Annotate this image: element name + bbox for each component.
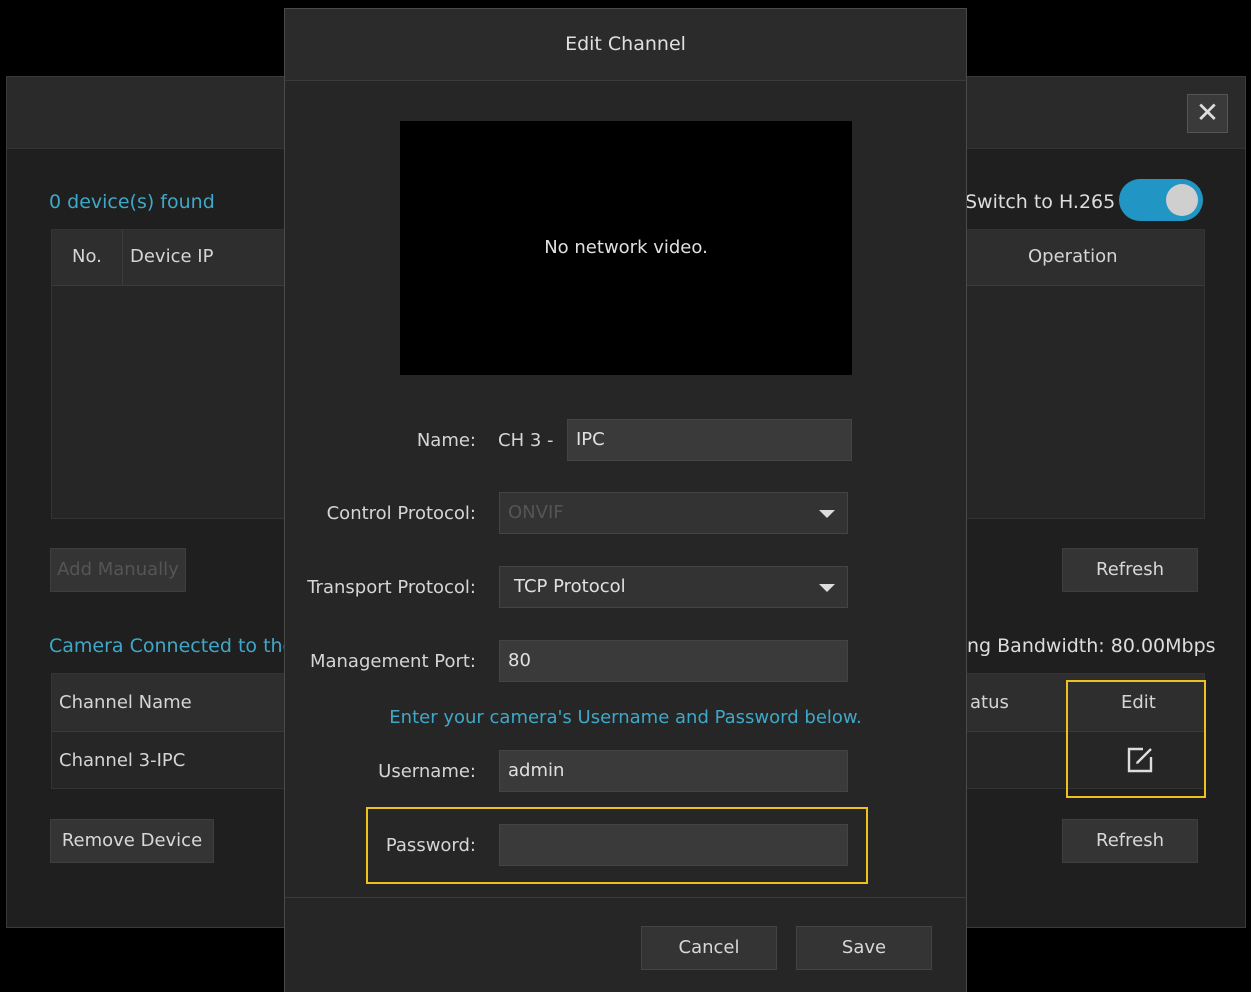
close-button[interactable]: ✕ — [1187, 94, 1228, 133]
cancel-button[interactable]: Cancel — [641, 926, 777, 970]
transport-protocol-select[interactable]: TCP Protocol — [499, 566, 848, 608]
name-input[interactable]: IPC — [567, 419, 852, 461]
toggle-knob — [1166, 184, 1198, 216]
management-port-input[interactable]: 80 — [499, 640, 848, 682]
control-protocol-label: Control Protocol: — [326, 503, 476, 524]
refresh-button-channels[interactable]: Refresh — [1062, 819, 1198, 863]
refresh-button-devices[interactable]: Refresh — [1062, 548, 1198, 592]
credentials-hint: Enter your camera's Username and Passwor… — [389, 707, 862, 728]
management-port-label: Management Port: — [309, 651, 476, 672]
col-status: atus — [970, 692, 1009, 713]
dialog-footer: Cancel Save — [285, 897, 966, 992]
username-label: Username: — [378, 761, 476, 782]
transport-protocol-label: Transport Protocol: — [307, 577, 476, 598]
save-button[interactable]: Save — [796, 926, 932, 970]
col-channel-name: Channel Name — [59, 692, 192, 713]
dialog-title: Edit Channel — [565, 33, 686, 55]
control-protocol-value: ONVIF — [508, 502, 564, 523]
chevron-down-icon — [819, 510, 835, 518]
column-divider — [122, 230, 123, 286]
password-highlight — [366, 807, 868, 884]
edit-column-highlight — [1066, 680, 1206, 798]
channel-name-cell: Channel 3-IPC — [59, 750, 186, 771]
bandwidth-label: ng Bandwidth: 80.00Mbps — [967, 635, 1216, 657]
col-operation: Operation — [1028, 246, 1118, 267]
username-input[interactable]: admin — [499, 750, 848, 792]
dialog-header: Edit Channel — [285, 9, 966, 81]
control-protocol-select[interactable]: ONVIF — [499, 492, 848, 534]
chevron-down-icon — [819, 584, 835, 592]
switch-h265-toggle[interactable] — [1119, 179, 1203, 221]
video-preview: No network video. — [400, 121, 852, 375]
name-label: Name: — [416, 430, 476, 451]
switch-h265-label: Switch to H.265 — [965, 191, 1116, 213]
col-no: No. — [72, 246, 102, 267]
devices-found-label: 0 device(s) found — [49, 191, 215, 213]
col-device-ip: Device IP — [130, 246, 214, 267]
add-manually-button[interactable]: Add Manually — [50, 548, 186, 592]
name-prefix: CH 3 - — [498, 430, 554, 451]
close-icon: ✕ — [1195, 96, 1220, 129]
remove-device-button[interactable]: Remove Device — [50, 819, 214, 863]
video-status-text: No network video. — [544, 237, 708, 258]
transport-protocol-value: TCP Protocol — [514, 576, 626, 597]
camera-connected-label: Camera Connected to the — [49, 635, 295, 657]
